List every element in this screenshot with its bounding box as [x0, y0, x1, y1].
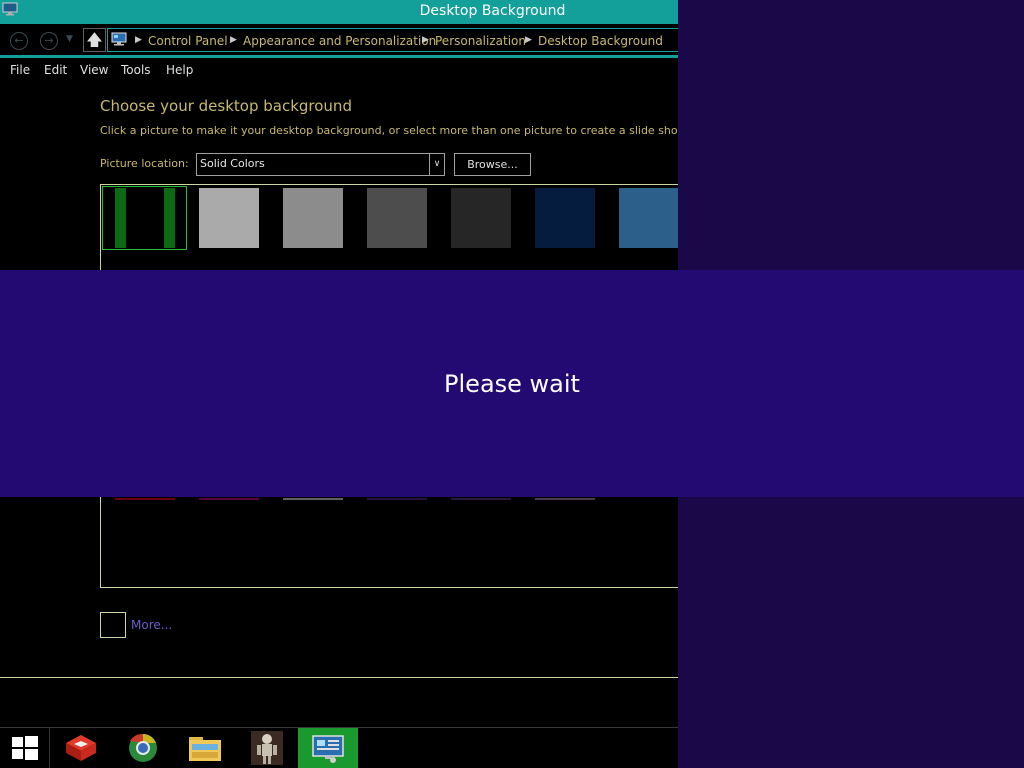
more-colors-checkbox[interactable]	[100, 612, 126, 638]
file-explorer-icon	[189, 737, 221, 761]
color-tile-edge[interactable]	[199, 498, 259, 500]
taskbar-item-file-explorer[interactable]	[182, 728, 228, 768]
chrome-browser-icon	[129, 733, 157, 762]
color-tile-navy[interactable]	[535, 188, 595, 248]
menu-bar: File Edit View Tools Help	[0, 61, 678, 81]
menu-view[interactable]: View	[80, 63, 108, 77]
color-tile-charcoal[interactable]	[451, 188, 511, 248]
color-tile-light-gray[interactable]	[199, 188, 259, 248]
picture-location-value: Solid Colors	[200, 157, 265, 170]
please-wait-overlay: Please wait	[0, 270, 1024, 497]
color-tile-edge[interactable]	[451, 498, 511, 500]
color-tile-steel-blue[interactable]	[619, 188, 678, 248]
color-tile-edge[interactable]	[367, 498, 427, 500]
forward-arrow-icon[interactable]: →	[40, 32, 58, 50]
menu-file[interactable]: File	[10, 63, 30, 77]
breadcrumb-control-panel[interactable]: Control Panel	[148, 34, 228, 48]
windows-start-button[interactable]	[0, 728, 50, 768]
color-tile-edge[interactable]	[283, 498, 343, 500]
taskbar-item-browser[interactable]	[120, 728, 166, 768]
menu-tools[interactable]: Tools	[121, 63, 151, 77]
breadcrumb-appearance[interactable]: Appearance and Personalization	[243, 34, 436, 48]
color-tile-edge[interactable]	[535, 498, 595, 500]
divider	[0, 677, 678, 678]
menu-help[interactable]: Help	[166, 63, 193, 77]
up-arrow-icon[interactable]: 🡅	[83, 28, 106, 52]
taskbar-item-cube-app[interactable]	[58, 728, 104, 768]
breadcrumb-personalization[interactable]: Personalization	[435, 34, 526, 48]
breadcrumb-separator-icon[interactable]: ▶	[135, 35, 142, 45]
control-panel-icon	[312, 735, 344, 763]
color-tile-black[interactable]	[115, 188, 175, 248]
red-cube-app-icon	[66, 735, 96, 761]
color-tile-edge[interactable]	[115, 498, 175, 500]
breadcrumb-separator-icon[interactable]: ▶	[230, 35, 237, 45]
page-instructions: Click a picture to make it your desktop …	[100, 124, 678, 137]
color-tile-gray[interactable]	[283, 188, 343, 248]
title-bar: Desktop Background	[0, 0, 678, 24]
navigation-bar: ← → ▼ 🡅 ▶ Control Panel ▶ Appearance and…	[0, 24, 678, 58]
browse-button[interactable]: Browse...	[454, 153, 531, 176]
breadcrumb-desktop-background[interactable]: Desktop Background	[538, 34, 663, 48]
taskbar-item-control-panel[interactable]	[298, 728, 358, 768]
mascot-app-icon	[251, 731, 283, 765]
more-colors-link[interactable]: More...	[131, 618, 172, 632]
window-title: Desktop Background	[419, 3, 566, 19]
menu-edit[interactable]: Edit	[44, 63, 67, 77]
chevron-down-icon[interactable]: ∨	[429, 154, 444, 175]
color-tile-dark-gray[interactable]	[367, 188, 427, 248]
control-panel-icon	[111, 32, 127, 46]
page-title: Choose your desktop background	[100, 97, 352, 115]
picture-location-label: Picture location:	[100, 157, 189, 170]
address-bar[interactable]: ▶ Control Panel ▶ Appearance and Persona…	[107, 28, 678, 52]
breadcrumb-separator-icon[interactable]: ▶	[525, 35, 532, 45]
taskbar-item-mascot-app[interactable]	[244, 728, 290, 768]
windows-start-icon	[12, 736, 38, 760]
dropdown-caret-icon[interactable]: ▼	[66, 34, 73, 44]
breadcrumb-separator-icon[interactable]: ▶	[422, 35, 429, 45]
taskbar	[0, 727, 678, 768]
please-wait-message: Please wait	[444, 370, 580, 398]
back-arrow-icon[interactable]: ←	[10, 32, 28, 50]
picture-location-select[interactable]: Solid Colors ∨	[196, 153, 445, 176]
